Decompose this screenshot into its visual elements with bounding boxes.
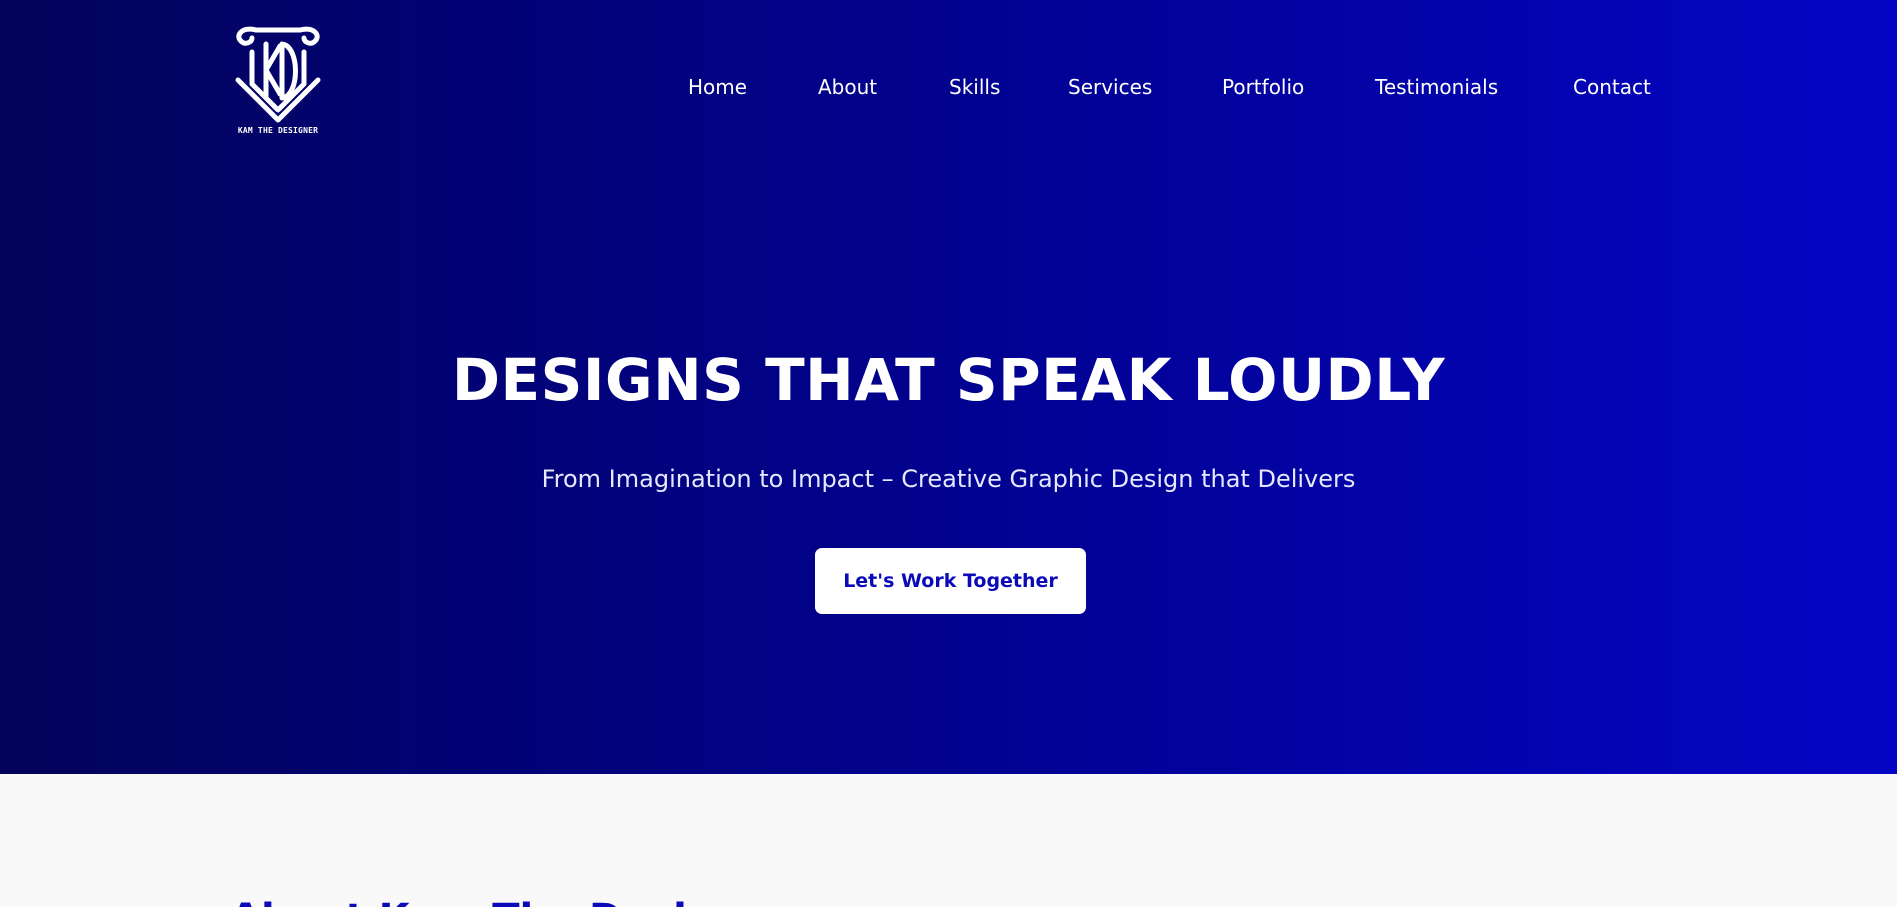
nav-item-home[interactable]: Home [688,72,747,102]
nav-item-portfolio[interactable]: Portfolio [1222,72,1304,102]
main-nav: Home About Skills Services Portfolio Tes… [0,72,1897,102]
hero-section: KAM THE DESIGNER Home About Skills Servi… [0,0,1897,774]
about-section: About Kam The Designer [0,774,1897,907]
nav-item-contact[interactable]: Contact [1573,72,1651,102]
nav-item-testimonials[interactable]: Testimonials [1375,72,1498,102]
nav-item-skills[interactable]: Skills [949,72,1000,102]
lets-work-together-button[interactable]: Let's Work Together [815,548,1086,614]
nav-item-about[interactable]: About [818,72,877,102]
about-heading: About Kam The Designer [230,894,791,907]
nav-item-services[interactable]: Services [1068,72,1152,102]
hero-title: DESIGNS THAT SPEAK LOUDLY [451,346,1446,414]
hero-subtitle: From Imagination to Impact – Creative Gr… [541,465,1356,493]
logo-caption: KAM THE DESIGNER [237,126,319,135]
